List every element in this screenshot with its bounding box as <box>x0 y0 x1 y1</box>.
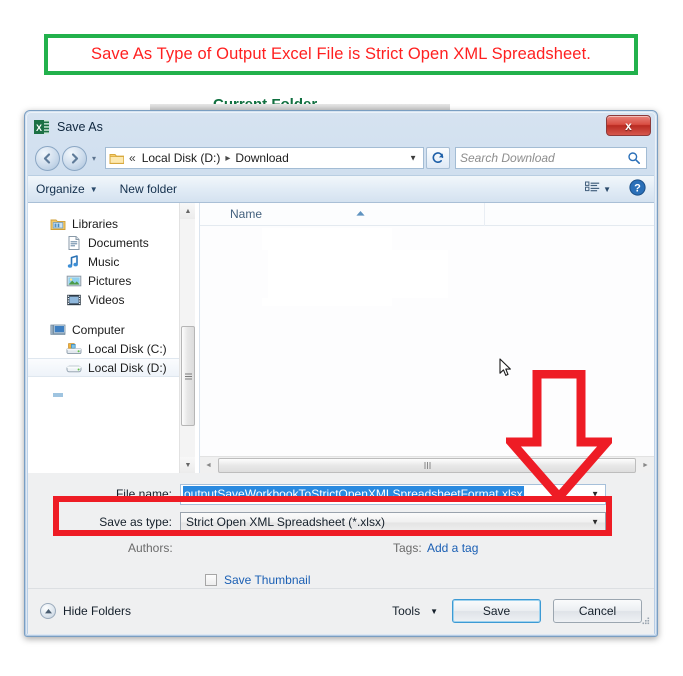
render-artifact <box>268 250 448 298</box>
history-dropdown-button[interactable]: ▾ <box>87 154 101 163</box>
sidebar-item-label: Documents <box>88 235 149 250</box>
libraries-icon <box>50 216 66 232</box>
tools-label: Tools <box>392 604 421 618</box>
refresh-icon <box>432 152 444 163</box>
folder-icon <box>109 152 125 165</box>
organize-button[interactable]: Organize ▼ <box>36 182 98 196</box>
sidebar-item-label: Local Disk (C:) <box>88 341 167 356</box>
forward-arrow-icon <box>71 152 79 164</box>
sidebar-item-label: Music <box>88 254 120 269</box>
view-list-icon[interactable] <box>585 181 600 198</box>
dialog-title: Save As <box>57 120 103 134</box>
save-thumbnail-label[interactable]: Save Thumbnail <box>224 573 311 587</box>
scroll-down-button[interactable]: ▼ <box>180 457 195 473</box>
breadcrumb-download[interactable]: Download <box>235 151 288 165</box>
search-box[interactable]: Search Download <box>455 147 647 169</box>
svg-text:?: ? <box>634 182 641 194</box>
sidebar-item-label: Local Disk (D:) <box>88 360 167 375</box>
metadata-row: Authors: Tags: Add a tag <box>28 541 654 559</box>
pictures-icon <box>66 273 82 289</box>
scrollbar-grip-icon <box>184 373 192 379</box>
sidebar-item-music[interactable]: Music <box>28 252 195 271</box>
sidebar-item-label: Libraries <box>72 216 119 231</box>
computer-icon <box>50 322 66 338</box>
breadcrumb-local-disk-d[interactable]: Local Disk (D:) <box>142 151 221 165</box>
documents-icon <box>66 235 82 251</box>
scroll-left-button[interactable]: ◄ <box>200 457 217 474</box>
sidebar-item-computer[interactable]: Computer <box>28 320 195 339</box>
address-bar-row: ▾ « Local Disk (D:) ▸ Download ▼ Search … <box>27 141 655 175</box>
authors-label: Authors: <box>128 541 173 555</box>
videos-icon <box>66 292 82 308</box>
address-chevrons: « <box>129 151 136 165</box>
hide-folders-button[interactable]: Hide Folders <box>40 603 131 619</box>
chevron-down-icon: ▼ <box>89 184 98 194</box>
new-folder-label: New folder <box>119 182 177 196</box>
caption-banner: Save As Type of Output Excel File is Str… <box>44 34 638 75</box>
nav-top-gap <box>28 203 195 214</box>
collapse-icon <box>40 603 56 619</box>
annotation-arrow-down-icon <box>501 369 617 504</box>
forward-button[interactable] <box>62 145 87 171</box>
hard-drive-icon <box>66 341 82 357</box>
svg-text:X: X <box>36 123 42 133</box>
refresh-button[interactable] <box>426 147 450 169</box>
save-thumbnail-row: Save Thumbnail <box>205 573 311 587</box>
render-artifact <box>262 298 392 306</box>
column-header-name[interactable]: Name <box>200 207 262 221</box>
hide-folders-label: Hide Folders <box>63 604 132 618</box>
scrollbar-thumb[interactable] <box>181 326 195 426</box>
scroll-up-button[interactable]: ▲ <box>180 203 195 219</box>
navigation-pane-scrollbar[interactable]: ▲ ▼ <box>179 203 195 473</box>
excel-icon: X <box>34 119 50 135</box>
scroll-right-button[interactable]: ► <box>637 457 654 474</box>
nav-section-gap-2 <box>28 377 195 388</box>
save-button[interactable]: Save <box>452 599 541 623</box>
screenshot-root: Save As Type of Output Excel File is Str… <box>0 0 683 676</box>
column-divider[interactable] <box>484 203 485 226</box>
help-icon[interactable]: ? <box>629 179 646 199</box>
sort-ascending-icon <box>355 204 366 222</box>
caption-text: Save As Type of Output Excel File is Str… <box>91 45 591 63</box>
organize-label: Organize <box>36 182 85 196</box>
render-artifact <box>262 228 392 250</box>
tags-label: Tags: <box>393 541 422 555</box>
sidebar-item-label: Pictures <box>88 273 132 288</box>
resize-grip[interactable] <box>640 612 650 630</box>
back-arrow-icon <box>43 152 51 164</box>
command-bar: Organize ▼ New folder ▼ ? <box>28 175 654 203</box>
search-icon <box>627 151 641 170</box>
scrollbar-grip-icon <box>424 461 430 469</box>
sidebar-item-local-disk-c[interactable]: Local Disk (C:) <box>28 339 195 358</box>
view-dropdown-caret-icon[interactable]: ▼ <box>603 185 611 194</box>
breadcrumb-separator-icon: ▸ <box>225 152 231 164</box>
sidebar-item-pictures[interactable]: Pictures <box>28 271 195 290</box>
sidebar-item-videos[interactable]: Videos <box>28 290 195 309</box>
network-icon <box>50 390 66 406</box>
sidebar-item-libraries[interactable]: Libraries <box>28 214 195 233</box>
address-bar[interactable]: « Local Disk (D:) ▸ Download ▼ <box>105 147 424 169</box>
music-icon <box>66 254 82 270</box>
back-button[interactable] <box>35 145 60 171</box>
nav-section-gap <box>28 309 195 320</box>
dialog-footer: Hide Folders Tools ▼ Save Cancel <box>28 588 654 633</box>
dialog-title-bar: X Save As x <box>27 113 655 141</box>
cancel-button[interactable]: Cancel <box>553 599 642 623</box>
address-dropdown-caret-icon[interactable]: ▼ <box>409 154 417 163</box>
new-folder-button[interactable]: New folder <box>120 182 177 196</box>
search-input[interactable]: Search Download <box>460 151 555 165</box>
sidebar-item-label: Videos <box>88 292 125 307</box>
navigation-pane: Libraries Documents Music Pictures Video… <box>28 203 195 473</box>
close-button[interactable]: x <box>606 115 651 136</box>
sidebar-item-partial[interactable] <box>28 388 195 407</box>
file-list-header: Name <box>200 203 654 226</box>
add-a-tag-link[interactable]: Add a tag <box>427 541 478 555</box>
chevron-down-icon: ▼ <box>430 606 438 616</box>
hard-drive-icon <box>66 360 82 376</box>
tools-button[interactable]: Tools ▼ <box>392 604 438 618</box>
save-thumbnail-checkbox[interactable] <box>205 574 217 586</box>
sidebar-item-documents[interactable]: Documents <box>28 233 195 252</box>
sidebar-item-local-disk-d[interactable]: Local Disk (D:) <box>28 358 195 377</box>
sidebar-item-label: Computer <box>72 322 125 337</box>
